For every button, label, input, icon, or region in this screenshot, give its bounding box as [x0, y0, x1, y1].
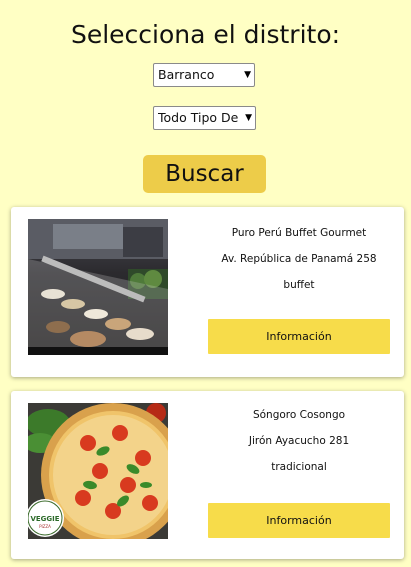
pizza-photo: VEGGIE PIZZA: [28, 403, 168, 539]
info-button[interactable]: Información: [208, 319, 390, 354]
restaurant-info: Puro Perú Buffet Gourmet Av. República d…: [208, 220, 390, 298]
restaurant-address: Jirón Ayacucho 281: [248, 435, 350, 447]
search-button[interactable]: Buscar: [143, 155, 266, 193]
chevron-down-icon: ▼: [245, 113, 252, 123]
restaurant-photo: VEGGIE PIZZA: [28, 403, 168, 539]
restaurant-category: buffet: [283, 279, 315, 291]
restaurant-name: Sóngoro Cosongo: [252, 409, 346, 421]
food-type-select-value: Todo Tipo De Comida: [158, 110, 242, 125]
district-select[interactable]: Barranco ▼: [153, 63, 255, 87]
restaurant-address: Av. República de Panamá 258: [221, 253, 377, 265]
food-type-select[interactable]: Todo Tipo De Comida ▼: [153, 106, 256, 130]
restaurant-name: Puro Perú Buffet Gourmet: [231, 227, 367, 239]
district-select-value: Barranco: [158, 67, 215, 82]
restaurant-photo: [28, 219, 168, 355]
page-title: Selecciona el distrito:: [70, 20, 341, 49]
info-button[interactable]: Información: [208, 503, 390, 538]
restaurant-category: tradicional: [271, 461, 327, 473]
chevron-down-icon: ▼: [244, 70, 251, 80]
restaurant-info: Sóngoro Cosongo Jirón Ayacucho 281 tradi…: [208, 402, 390, 480]
buffet-photo: [28, 219, 168, 355]
logo-text-2: PIZZA: [39, 524, 51, 529]
restaurant-card: Puro Perú Buffet Gourmet Av. República d…: [11, 207, 404, 377]
restaurant-card: VEGGIE PIZZA Sóngoro Cosongo Jirón Ayacu…: [11, 391, 404, 559]
logo-text-1: VEGGIE: [30, 515, 59, 523]
